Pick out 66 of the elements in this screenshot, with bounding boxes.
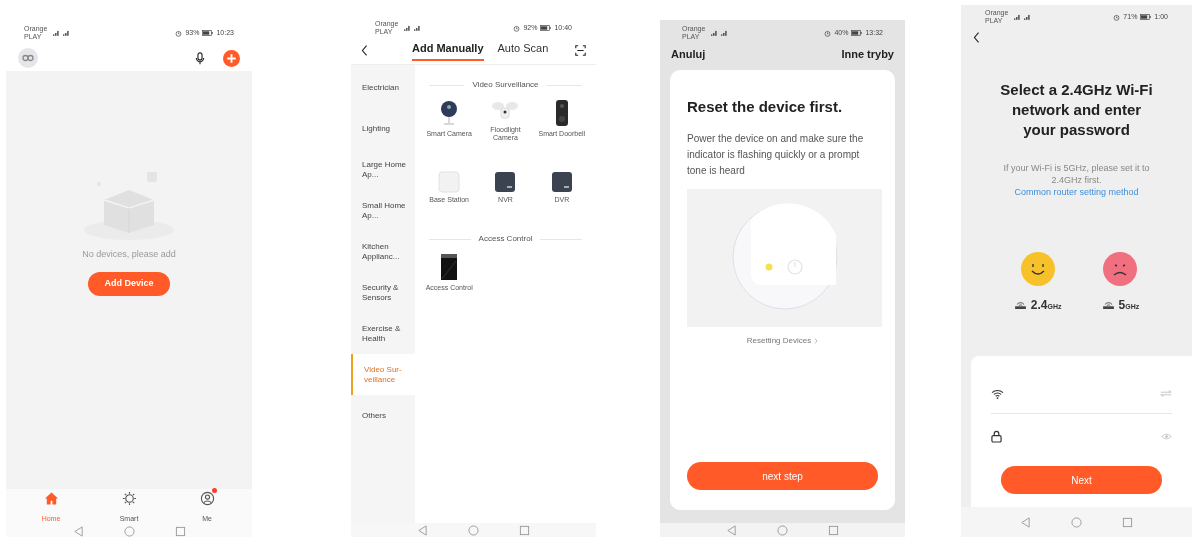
add-icon[interactable] xyxy=(223,49,240,67)
help-link[interactable]: Resetting Devices xyxy=(746,334,812,347)
router-icon xyxy=(1013,299,1027,309)
recents-icon[interactable] xyxy=(174,525,186,537)
alarm-icon xyxy=(824,29,832,37)
cancel-button[interactable]: Anuluj xyxy=(671,45,706,63)
panel-device-icon xyxy=(440,253,459,281)
doorbell-device-icon xyxy=(554,99,569,127)
alarm-icon xyxy=(513,24,521,32)
switch-icon[interactable] xyxy=(1160,390,1172,397)
signal-icon xyxy=(721,30,728,36)
category-item[interactable]: Lighting xyxy=(351,108,415,149)
chevron-icon xyxy=(814,337,819,344)
base-device-icon xyxy=(438,171,461,193)
section-title: Access Control xyxy=(478,233,533,245)
signal-icon xyxy=(63,30,70,36)
avatar-icon[interactable] xyxy=(18,48,38,68)
page-title: Select a 2.4GHz Wi-Fi network and enter your password xyxy=(999,80,1154,140)
wifi-icon xyxy=(991,388,1004,399)
hint-text: If your Wi-Fi is 5GHz, please set it to 2.4GHz first. xyxy=(1002,162,1151,186)
signal-icon xyxy=(53,30,60,36)
back-icon[interactable] xyxy=(361,45,368,56)
category-item[interactable]: Exercise & Health xyxy=(351,313,415,354)
category-item[interactable]: Large Home Ap... xyxy=(351,149,415,190)
category-item[interactable]: Small Home Ap... xyxy=(351,190,415,231)
category-item[interactable]: Kitchen Applianc... xyxy=(351,231,415,272)
home-icon[interactable] xyxy=(777,524,788,536)
eye-icon[interactable] xyxy=(1161,432,1172,440)
battery-icon xyxy=(540,25,552,31)
category-item[interactable]: Security & Sensors xyxy=(351,272,415,313)
card-title: Reset the device first. xyxy=(687,97,844,117)
back-icon[interactable] xyxy=(973,31,980,43)
sun-icon[interactable] xyxy=(121,491,137,507)
recorder-device-icon xyxy=(494,171,517,193)
empty-message: No devices, please add xyxy=(82,248,176,261)
battery-icon xyxy=(202,30,214,36)
recents-icon[interactable] xyxy=(1122,516,1133,528)
category-item[interactable]: Others xyxy=(351,395,415,436)
microphone-icon[interactable] xyxy=(195,51,205,65)
home-icon[interactable] xyxy=(43,491,59,507)
home-icon[interactable] xyxy=(1071,516,1082,528)
signal-icon xyxy=(414,25,421,31)
instruction-text: Power the device on and make sure the indicator is flashing quickly or a prompt tone is heard xyxy=(687,131,865,178)
scan-icon[interactable] xyxy=(575,45,586,56)
battery-icon xyxy=(851,30,863,36)
recents-icon[interactable] xyxy=(828,524,839,536)
router-icon xyxy=(1101,299,1115,309)
section-title: Video Surveillance xyxy=(472,79,539,91)
lock-icon xyxy=(991,429,1002,443)
other-modes-button[interactable]: Inne tryby xyxy=(841,45,894,63)
tab[interactable]: Auto Scan xyxy=(497,40,549,61)
battery-icon xyxy=(1140,14,1152,20)
recents-icon[interactable] xyxy=(519,524,530,536)
signal-icon xyxy=(404,25,411,31)
category-item[interactable]: Electrician xyxy=(351,67,415,108)
signal-icon xyxy=(1014,14,1021,20)
home-icon[interactable] xyxy=(468,524,479,536)
home-icon[interactable] xyxy=(123,525,135,537)
signal-icon xyxy=(1024,14,1031,20)
camera-device-icon xyxy=(439,99,460,127)
signal-icon xyxy=(711,30,718,36)
alarm-icon xyxy=(175,29,183,37)
alarm-icon xyxy=(1113,13,1121,21)
person-icon[interactable] xyxy=(199,491,215,507)
recorder-device-icon xyxy=(550,171,573,193)
tab[interactable]: Add Manually xyxy=(412,40,484,61)
